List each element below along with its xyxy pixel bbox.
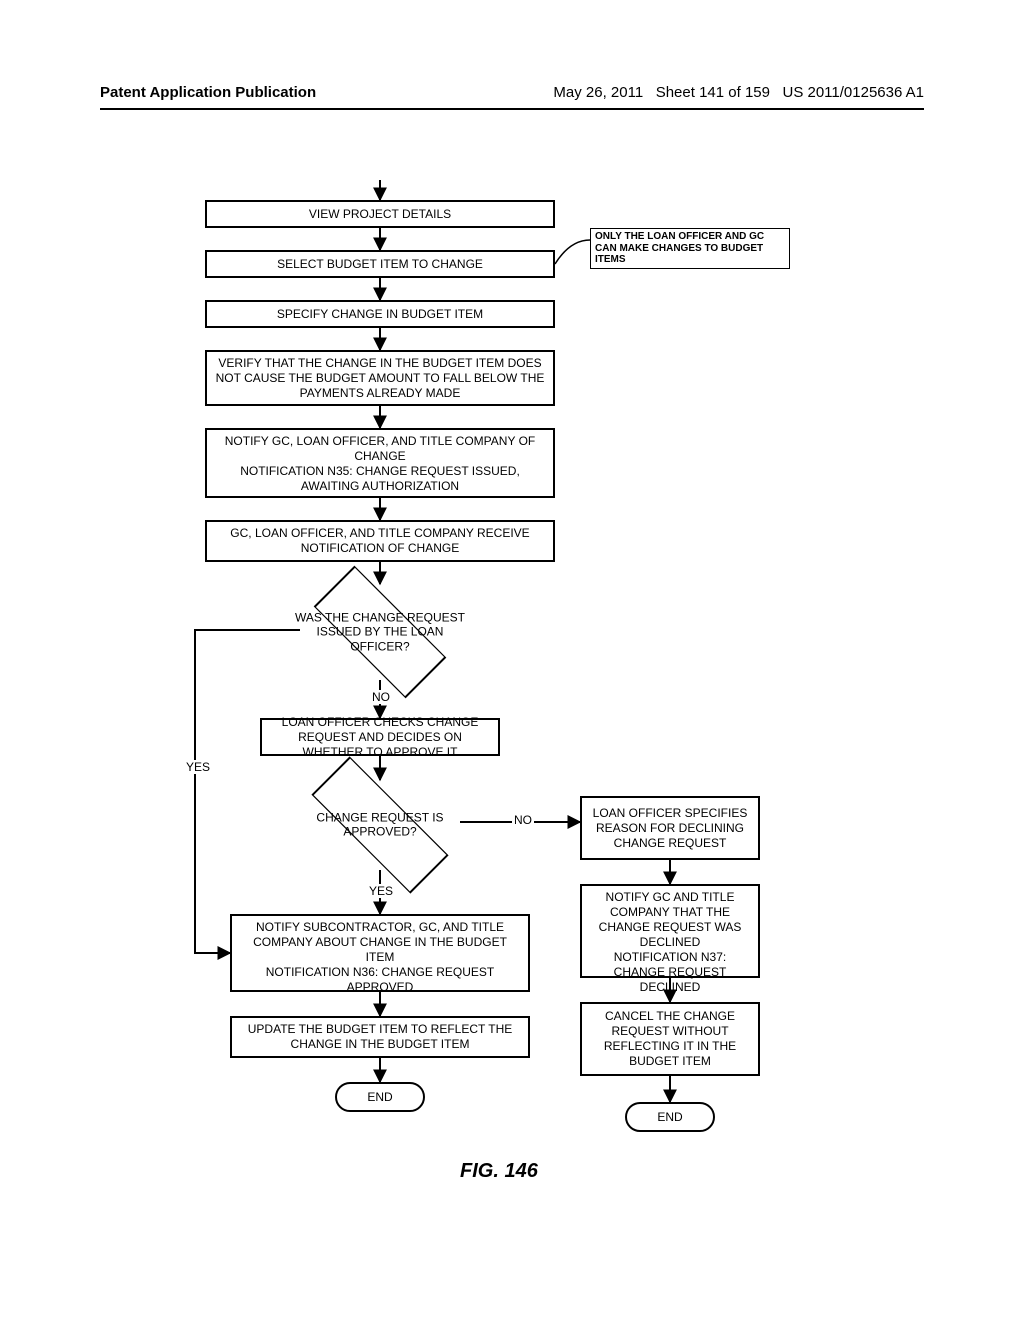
box-notify-approved-line1: NOTIFY SUBCONTRACTOR, GC, AND TITLE COMP… — [238, 920, 522, 965]
flowchart-canvas: ONLY THE LOAN OFFICER AND GC CAN MAKE CH… — [100, 150, 924, 1250]
terminator-end-right: END — [625, 1102, 715, 1132]
header-date: May 26, 2011 — [553, 84, 643, 101]
label-yes-d1: YES — [184, 760, 212, 774]
box-update-budget-item: UPDATE THE BUDGET ITEM TO REFLECT THE CH… — [230, 1016, 530, 1058]
label-no-d2: NO — [512, 813, 534, 827]
box-officer-checks-request: LOAN OFFICER CHECKS CHANGE REQUEST AND D… — [260, 718, 500, 756]
figure-caption: FIG. 146 — [460, 1160, 538, 1183]
box-notify-approved-n36: NOTIFY SUBCONTRACTOR, GC, AND TITLE COMP… — [230, 914, 530, 992]
box-notify-approved-line2: NOTIFICATION N36: CHANGE REQUEST APPROVE… — [238, 965, 522, 995]
decision-issued-by-loan-officer: WAS THE CHANGE REQUEST ISSUED BY THE LOA… — [315, 584, 445, 680]
terminator-end-left: END — [335, 1082, 425, 1112]
box-receive-notification: GC, LOAN OFFICER, AND TITLE COMPANY RECE… — [205, 520, 555, 562]
box-select-budget-item: SELECT BUDGET ITEM TO CHANGE — [205, 250, 555, 278]
box-notify-declined-n37: NOTIFY GC AND TITLE COMPANY THAT THE CHA… — [580, 884, 760, 978]
box-notify-change-n35: NOTIFY GC, LOAN OFFICER, AND TITLE COMPA… — [205, 428, 555, 498]
box-notify-change-line1: NOTIFY GC, LOAN OFFICER, AND TITLE COMPA… — [213, 434, 547, 464]
header-left: Patent Application Publication — [100, 84, 316, 101]
box-specify-decline-reason: LOAN OFFICER SPECIFIES REASON FOR DECLIN… — [580, 796, 760, 860]
decision-change-approved: CHANGE REQUEST IS APPROVED? — [310, 780, 450, 870]
box-cancel-change-request: CANCEL THE CHANGE REQUEST WITHOUT REFLEC… — [580, 1002, 760, 1076]
box-specify-change: SPECIFY CHANGE IN BUDGET ITEM — [205, 300, 555, 328]
page-header: Patent Application Publication May 26, 2… — [100, 84, 924, 101]
label-yes-d2: YES — [367, 884, 395, 898]
box-view-project-details: VIEW PROJECT DETAILS — [205, 200, 555, 228]
header-rule — [100, 108, 924, 110]
header-sheet: Sheet 141 of 159 — [656, 84, 770, 101]
box-verify-change: VERIFY THAT THE CHANGE IN THE BUDGET ITE… — [205, 350, 555, 406]
header-right: May 26, 2011 Sheet 141 of 159 US 2011/01… — [553, 84, 924, 101]
header-pubno: US 2011/0125636 A1 — [782, 84, 924, 101]
side-note: ONLY THE LOAN OFFICER AND GC CAN MAKE CH… — [590, 228, 790, 269]
box-notify-declined-line2: NOTIFICATION N37: CHANGE REQUEST DECLINE… — [588, 950, 752, 995]
box-notify-declined-line1: NOTIFY GC AND TITLE COMPANY THAT THE CHA… — [588, 890, 752, 950]
box-notify-change-line2: NOTIFICATION N35: CHANGE REQUEST ISSUED,… — [213, 464, 547, 494]
label-no-d1: NO — [370, 690, 392, 704]
